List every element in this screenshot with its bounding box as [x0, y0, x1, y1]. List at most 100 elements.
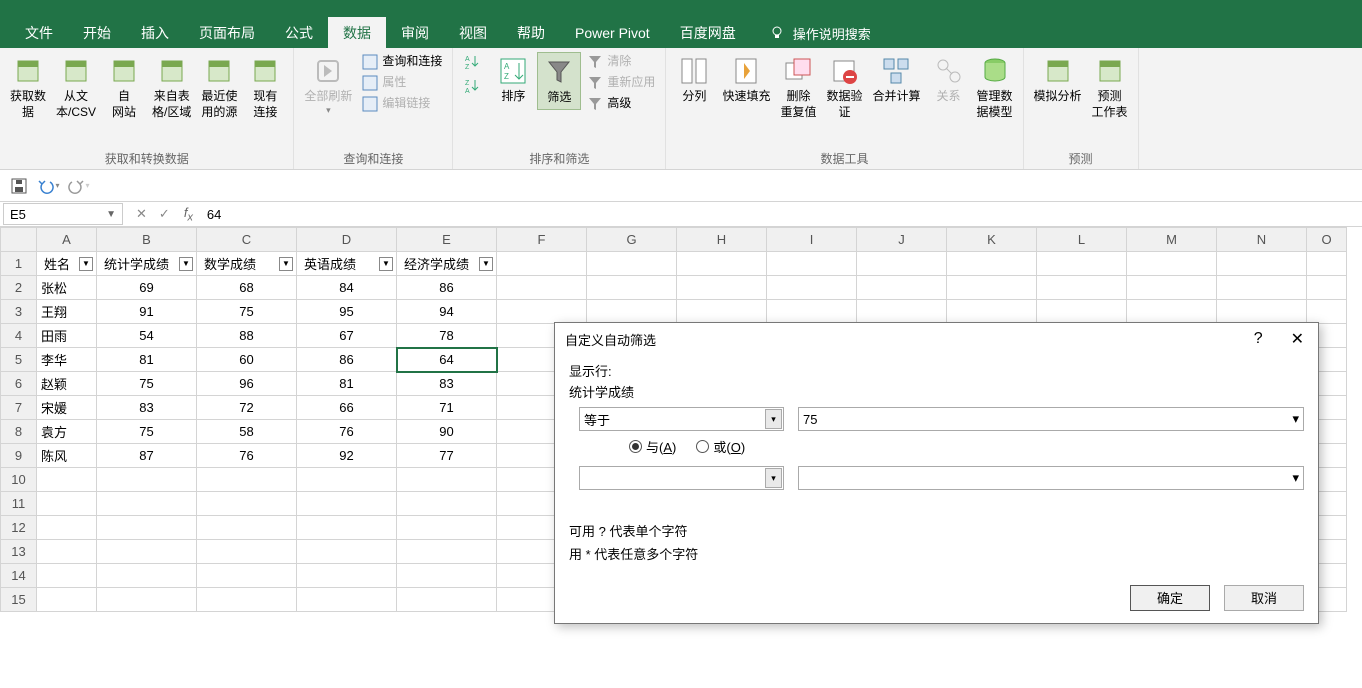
row-header-15[interactable]: 15 — [1, 588, 37, 612]
sort-desc-button[interactable]: ZA — [459, 76, 487, 96]
enter-formula-button[interactable]: ✓ — [159, 206, 170, 222]
col-header-F[interactable]: F — [497, 228, 587, 252]
cell-C9[interactable]: 76 — [197, 444, 297, 468]
cell-B10[interactable] — [97, 468, 197, 492]
formula-input[interactable]: 64 — [201, 207, 1362, 222]
cell-B13[interactable] — [97, 540, 197, 564]
row-header-7[interactable]: 7 — [1, 396, 37, 420]
save-button[interactable] — [8, 175, 30, 197]
cell-A4[interactable]: 田雨 — [37, 324, 97, 348]
filter-dropdown-button[interactable]: ▼ — [479, 257, 493, 271]
cancel-formula-button[interactable]: ✕ — [136, 206, 147, 222]
datatool-btn-6[interactable]: 管理数据模型 — [973, 52, 1017, 123]
cell-C1[interactable]: 数学成绩▼ — [197, 252, 297, 276]
cell-C11[interactable] — [197, 492, 297, 516]
col-header-E[interactable]: E — [397, 228, 497, 252]
col-header-D[interactable]: D — [297, 228, 397, 252]
datatool-btn-4[interactable]: 合并计算 — [868, 52, 924, 108]
cell-A14[interactable] — [37, 564, 97, 588]
cell-M3[interactable] — [1127, 300, 1217, 324]
cell-H1[interactable] — [677, 252, 767, 276]
row-header-9[interactable]: 9 — [1, 444, 37, 468]
cell-E7[interactable]: 71 — [397, 396, 497, 420]
cell-F3[interactable] — [497, 300, 587, 324]
cell-C8[interactable]: 58 — [197, 420, 297, 444]
cell-B4[interactable]: 54 — [97, 324, 197, 348]
dialog-close-button[interactable]: ✕ — [1287, 329, 1308, 349]
dialog-help-button[interactable]: ? — [1250, 330, 1267, 348]
tab-插入[interactable]: 插入 — [126, 17, 184, 49]
cell-D11[interactable] — [297, 492, 397, 516]
cell-G1[interactable] — [587, 252, 677, 276]
cell-B14[interactable] — [97, 564, 197, 588]
cell-D2[interactable]: 84 — [297, 276, 397, 300]
row-header-14[interactable]: 14 — [1, 564, 37, 588]
datatool-btn-2[interactable]: 删除重复值 — [776, 52, 820, 123]
cell-B7[interactable]: 83 — [97, 396, 197, 420]
datatool-btn-3[interactable]: 数据验证 — [822, 52, 866, 123]
cell-B3[interactable]: 91 — [97, 300, 197, 324]
filter-dropdown-button[interactable]: ▼ — [379, 257, 393, 271]
cell-O1[interactable] — [1307, 252, 1347, 276]
cell-B1[interactable]: 统计学成绩▼ — [97, 252, 197, 276]
cell-C5[interactable]: 60 — [197, 348, 297, 372]
tab-审阅[interactable]: 审阅 — [386, 17, 444, 49]
cell-L3[interactable] — [1037, 300, 1127, 324]
col-header-L[interactable]: L — [1037, 228, 1127, 252]
cell-A5[interactable]: 李华 — [37, 348, 97, 372]
query-item-0[interactable]: 查询和连接 — [358, 52, 446, 72]
cell-M1[interactable] — [1127, 252, 1217, 276]
get-data-btn-5[interactable]: 现有连接 — [243, 52, 287, 123]
cell-D7[interactable]: 66 — [297, 396, 397, 420]
cell-A11[interactable] — [37, 492, 97, 516]
cell-G3[interactable] — [587, 300, 677, 324]
col-header-K[interactable]: K — [947, 228, 1037, 252]
col-header-O[interactable]: O — [1307, 228, 1347, 252]
cell-B2[interactable]: 69 — [97, 276, 197, 300]
cell-E3[interactable]: 94 — [397, 300, 497, 324]
cell-I2[interactable] — [767, 276, 857, 300]
tab-公式[interactable]: 公式 — [270, 17, 328, 49]
sort-button[interactable]: AZ 排序 — [491, 52, 535, 108]
cell-C12[interactable] — [197, 516, 297, 540]
col-header-I[interactable]: I — [767, 228, 857, 252]
cell-D3[interactable]: 95 — [297, 300, 397, 324]
cell-M2[interactable] — [1127, 276, 1217, 300]
cell-C7[interactable]: 72 — [197, 396, 297, 420]
cell-E4[interactable]: 78 — [397, 324, 497, 348]
datatool-btn-0[interactable]: 分列 — [672, 52, 716, 108]
row-header-12[interactable]: 12 — [1, 516, 37, 540]
tab-百度网盘[interactable]: 百度网盘 — [665, 17, 751, 49]
col-header-H[interactable]: H — [677, 228, 767, 252]
filter-button[interactable]: 筛选 — [537, 52, 581, 110]
refresh-all-button[interactable]: 全部刷新 ▾ — [300, 52, 356, 119]
cell-D9[interactable]: 92 — [297, 444, 397, 468]
tab-文件[interactable]: 文件 — [10, 17, 68, 49]
tab-帮助[interactable]: 帮助 — [502, 17, 560, 49]
row-header-2[interactable]: 2 — [1, 276, 37, 300]
cell-C15[interactable] — [197, 588, 297, 612]
cell-N3[interactable] — [1217, 300, 1307, 324]
cell-B9[interactable]: 87 — [97, 444, 197, 468]
tab-开始[interactable]: 开始 — [68, 17, 126, 49]
cell-D5[interactable]: 86 — [297, 348, 397, 372]
sort-asc-button[interactable]: AZ — [459, 52, 487, 72]
filter-item-0[interactable]: 清除 — [583, 52, 659, 72]
cell-A2[interactable]: 张松 — [37, 276, 97, 300]
cell-O3[interactable] — [1307, 300, 1347, 324]
cell-E15[interactable] — [397, 588, 497, 612]
cell-D4[interactable]: 67 — [297, 324, 397, 348]
col-header-M[interactable]: M — [1127, 228, 1217, 252]
col-header-G[interactable]: G — [587, 228, 677, 252]
cell-E9[interactable]: 77 — [397, 444, 497, 468]
cell-F1[interactable] — [497, 252, 587, 276]
cell-E6[interactable]: 83 — [397, 372, 497, 396]
cell-C14[interactable] — [197, 564, 297, 588]
cell-C2[interactable]: 68 — [197, 276, 297, 300]
row-header-5[interactable]: 5 — [1, 348, 37, 372]
cell-N1[interactable] — [1217, 252, 1307, 276]
row-header-6[interactable]: 6 — [1, 372, 37, 396]
redo-button[interactable]: ▾ — [68, 175, 90, 197]
cell-J3[interactable] — [857, 300, 947, 324]
cell-A7[interactable]: 宋媛 — [37, 396, 97, 420]
